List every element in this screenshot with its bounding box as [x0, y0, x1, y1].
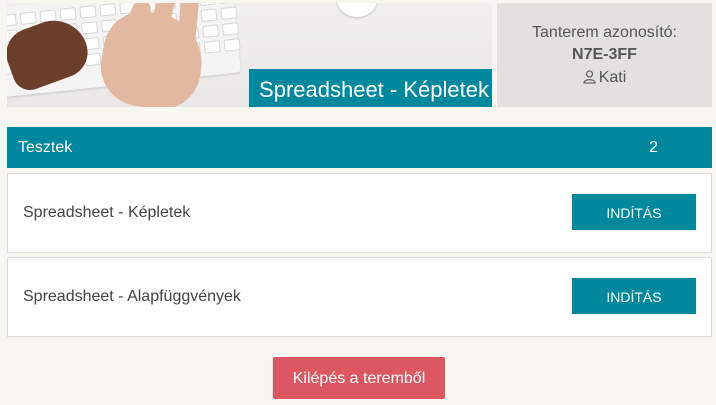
room-id-label: Tanterem azonosító: — [532, 24, 677, 41]
room-info-box: Tanterem azonosító: N7E-3FF Kati — [497, 3, 712, 107]
test-card: Spreadsheet - Képletek INDÍTÁS — [7, 173, 712, 253]
mouse-image — [337, 3, 377, 17]
start-test-button[interactable]: INDÍTÁS — [572, 278, 696, 314]
exit-room-button[interactable]: Kilépés a teremből — [273, 357, 445, 399]
start-test-button[interactable]: INDÍTÁS — [572, 194, 696, 230]
test-name: Spreadsheet - Képletek — [23, 204, 191, 221]
header-banner: Spreadsheet - Képletek — [7, 3, 492, 107]
room-user: Kati — [497, 69, 712, 89]
test-name: Spreadsheet - Alapfüggvények — [23, 288, 241, 305]
tests-title: Tesztek — [18, 139, 73, 156]
tests-header: Tesztek 2 — [7, 127, 712, 168]
user-icon — [583, 70, 596, 89]
test-card: Spreadsheet - Alapfüggvények INDÍTÁS — [7, 257, 712, 337]
tests-count-badge: 2 — [649, 139, 658, 156]
user-name: Kati — [598, 69, 627, 86]
room-id-code: N7E-3FF — [572, 46, 637, 63]
banner-title: Spreadsheet - Képletek — [249, 69, 492, 107]
